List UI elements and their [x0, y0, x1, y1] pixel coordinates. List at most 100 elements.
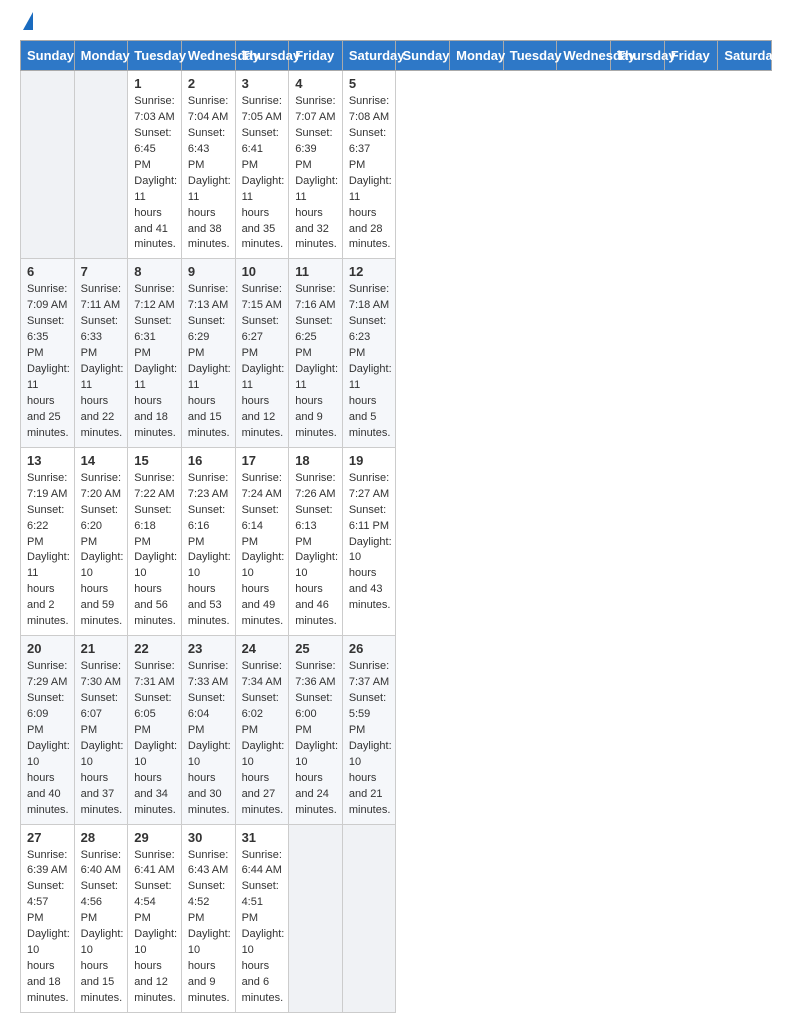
column-header-thursday: Thursday [611, 41, 665, 71]
cell-day-number: 6 [27, 264, 68, 279]
calendar-cell: 10 Sunrise: 7:15 AM Sunset: 6:27 PM Dayli… [235, 259, 289, 447]
cell-day-number: 23 [188, 641, 229, 656]
calendar-cell: 11 Sunrise: 7:16 AM Sunset: 6:25 PM Dayli… [289, 259, 343, 447]
cell-day-number: 29 [134, 830, 175, 845]
cell-detail: Sunrise: 7:05 AM Sunset: 6:41 PM Dayligh… [242, 94, 283, 253]
calendar-cell: 1 Sunrise: 7:03 AM Sunset: 6:45 PM Daylig… [128, 71, 182, 259]
cell-day-number: 20 [27, 641, 68, 656]
cell-day-number: 28 [81, 830, 122, 845]
cell-detail: Sunrise: 7:36 AM Sunset: 6:00 PM Dayligh… [295, 659, 336, 818]
cell-day-number: 2 [188, 76, 229, 91]
column-header-tuesday: Tuesday [503, 41, 557, 71]
cell-detail: Sunrise: 7:27 AM Sunset: 6:11 PM Dayligh… [349, 471, 390, 614]
calendar-week-row: 1 Sunrise: 7:03 AM Sunset: 6:45 PM Daylig… [21, 71, 772, 259]
header [20, 16, 772, 30]
logo [20, 16, 33, 30]
cell-detail: Sunrise: 7:22 AM Sunset: 6:18 PM Dayligh… [134, 471, 175, 630]
cell-day-number: 24 [242, 641, 283, 656]
calendar-cell [289, 824, 343, 1012]
cell-detail: Sunrise: 6:40 AM Sunset: 4:56 PM Dayligh… [81, 848, 122, 1007]
calendar-cell: 30 Sunrise: 6:43 AM Sunset: 4:52 PM Dayli… [181, 824, 235, 1012]
cell-detail: Sunrise: 7:37 AM Sunset: 5:59 PM Dayligh… [349, 659, 390, 818]
cell-detail: Sunrise: 7:16 AM Sunset: 6:25 PM Dayligh… [295, 282, 336, 441]
calendar-cell: 6Sunrise: 7:09 AM Sunset: 6:35 PM Daylig… [21, 259, 75, 447]
cell-day-number: 9 [188, 264, 229, 279]
cell-day-number: 1 [134, 76, 175, 91]
calendar-week-row: 20 Sunrise: 7:29 AM Sunset: 6:09 PM Dayli… [21, 636, 772, 824]
cell-detail: Sunrise: 7:03 AM Sunset: 6:45 PM Dayligh… [134, 94, 175, 253]
cell-day-number: 11 [295, 264, 336, 279]
cell-detail: Sunrise: 6:41 AM Sunset: 4:54 PM Dayligh… [134, 848, 175, 1007]
cell-detail: Sunrise: 6:43 AM Sunset: 4:52 PM Dayligh… [188, 848, 229, 1007]
cell-detail: Sunrise: 7:23 AM Sunset: 6:16 PM Dayligh… [188, 471, 229, 630]
calendar-cell: 23Sunrise: 7:33 AM Sunset: 6:04 PM Dayli… [181, 636, 235, 824]
calendar-cell: 29 Sunrise: 6:41 AM Sunset: 4:54 PM Dayli… [128, 824, 182, 1012]
cell-day-number: 26 [349, 641, 390, 656]
calendar-cell [21, 71, 75, 259]
cell-day-number: 7 [81, 264, 122, 279]
calendar-cell: 22Sunrise: 7:31 AM Sunset: 6:05 PM Dayli… [128, 636, 182, 824]
calendar-cell: 7 Sunrise: 7:11 AM Sunset: 6:33 PM Daylig… [74, 259, 128, 447]
cell-detail: Sunrise: 7:19 AM Sunset: 6:22 PM Dayligh… [27, 471, 68, 630]
calendar-cell: 24Sunrise: 7:34 AM Sunset: 6:02 PM Dayli… [235, 636, 289, 824]
cell-detail: Sunrise: 7:24 AM Sunset: 6:14 PM Dayligh… [242, 471, 283, 630]
column-header-tuesday: Tuesday [128, 41, 182, 71]
cell-detail: Sunrise: 7:31 AM Sunset: 6:05 PM Dayligh… [134, 659, 175, 818]
calendar-cell: 14Sunrise: 7:20 AM Sunset: 6:20 PM Dayli… [74, 447, 128, 635]
calendar-table: SundayMondayTuesdayWednesdayThursdayFrid… [20, 40, 772, 1013]
column-header-sunday: Sunday [21, 41, 75, 71]
cell-day-number: 25 [295, 641, 336, 656]
calendar-cell: 12 Sunrise: 7:18 AM Sunset: 6:23 PM Dayli… [342, 259, 396, 447]
cell-day-number: 13 [27, 453, 68, 468]
calendar-cell: 13 Sunrise: 7:19 AM Sunset: 6:22 PM Dayli… [21, 447, 75, 635]
cell-detail: Sunrise: 7:18 AM Sunset: 6:23 PM Dayligh… [349, 282, 390, 441]
calendar-cell: 19 Sunrise: 7:27 AM Sunset: 6:11 PM Dayli… [342, 447, 396, 635]
calendar-cell: 21 Sunrise: 7:30 AM Sunset: 6:07 PM Dayli… [74, 636, 128, 824]
column-header-monday: Monday [74, 41, 128, 71]
calendar-week-row: 13 Sunrise: 7:19 AM Sunset: 6:22 PM Dayli… [21, 447, 772, 635]
calendar-cell: 18 Sunrise: 7:26 AM Sunset: 6:13 PM Dayli… [289, 447, 343, 635]
column-header-thursday: Thursday [235, 41, 289, 71]
cell-detail: Sunrise: 7:30 AM Sunset: 6:07 PM Dayligh… [81, 659, 122, 818]
cell-day-number: 21 [81, 641, 122, 656]
calendar-week-row: 6Sunrise: 7:09 AM Sunset: 6:35 PM Daylig… [21, 259, 772, 447]
cell-detail: Sunrise: 7:08 AM Sunset: 6:37 PM Dayligh… [349, 94, 390, 253]
calendar-week-row: 27Sunrise: 6:39 AM Sunset: 4:57 PM Dayli… [21, 824, 772, 1012]
cell-day-number: 12 [349, 264, 390, 279]
column-header-friday: Friday [664, 41, 718, 71]
column-header-wednesday: Wednesday [181, 41, 235, 71]
cell-day-number: 18 [295, 453, 336, 468]
cell-day-number: 27 [27, 830, 68, 845]
calendar-cell: 9 Sunrise: 7:13 AM Sunset: 6:29 PM Daylig… [181, 259, 235, 447]
column-header-sunday: Sunday [396, 41, 450, 71]
cell-detail: Sunrise: 7:13 AM Sunset: 6:29 PM Dayligh… [188, 282, 229, 441]
cell-day-number: 19 [349, 453, 390, 468]
calendar-cell: 17 Sunrise: 7:24 AM Sunset: 6:14 PM Dayli… [235, 447, 289, 635]
cell-day-number: 15 [134, 453, 175, 468]
cell-day-number: 10 [242, 264, 283, 279]
calendar-cell: 16 Sunrise: 7:23 AM Sunset: 6:16 PM Dayli… [181, 447, 235, 635]
calendar-cell: 26 Sunrise: 7:37 AM Sunset: 5:59 PM Dayli… [342, 636, 396, 824]
cell-day-number: 3 [242, 76, 283, 91]
cell-detail: Sunrise: 7:12 AM Sunset: 6:31 PM Dayligh… [134, 282, 175, 441]
cell-detail: Sunrise: 7:29 AM Sunset: 6:09 PM Dayligh… [27, 659, 68, 818]
logo-triangle-icon [23, 12, 33, 30]
calendar-cell: 8 Sunrise: 7:12 AM Sunset: 6:31 PM Daylig… [128, 259, 182, 447]
calendar-cell: 3 Sunrise: 7:05 AM Sunset: 6:41 PM Daylig… [235, 71, 289, 259]
calendar-cell: 5Sunrise: 7:08 AM Sunset: 6:37 PM Daylig… [342, 71, 396, 259]
calendar-cell: 27Sunrise: 6:39 AM Sunset: 4:57 PM Dayli… [21, 824, 75, 1012]
cell-detail: Sunrise: 7:11 AM Sunset: 6:33 PM Dayligh… [81, 282, 122, 441]
column-header-monday: Monday [450, 41, 504, 71]
column-header-saturday: Saturday [342, 41, 396, 71]
cell-detail: Sunrise: 7:26 AM Sunset: 6:13 PM Dayligh… [295, 471, 336, 630]
calendar-cell: 4Sunrise: 7:07 AM Sunset: 6:39 PM Daylig… [289, 71, 343, 259]
cell-day-number: 16 [188, 453, 229, 468]
calendar-header-row: SundayMondayTuesdayWednesdayThursdayFrid… [21, 41, 772, 71]
cell-detail: Sunrise: 7:15 AM Sunset: 6:27 PM Dayligh… [242, 282, 283, 441]
cell-detail: Sunrise: 7:04 AM Sunset: 6:43 PM Dayligh… [188, 94, 229, 253]
cell-day-number: 8 [134, 264, 175, 279]
cell-day-number: 30 [188, 830, 229, 845]
cell-day-number: 17 [242, 453, 283, 468]
calendar-cell: 25 Sunrise: 7:36 AM Sunset: 6:00 PM Dayli… [289, 636, 343, 824]
column-header-wednesday: Wednesday [557, 41, 611, 71]
